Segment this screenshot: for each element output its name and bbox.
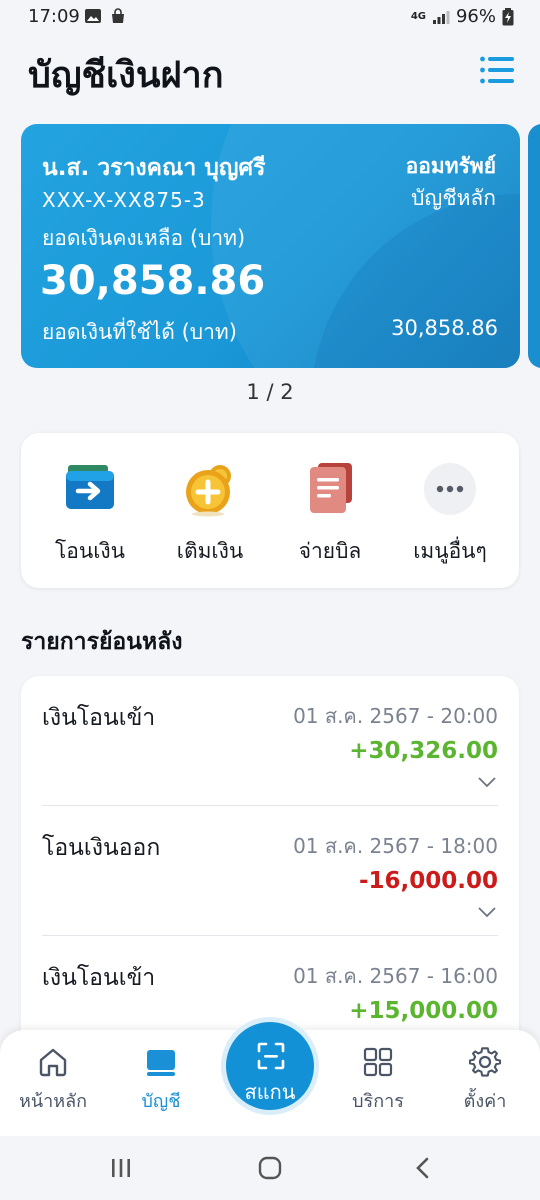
nav-settings[interactable]: ตั้งค่า [440, 1046, 530, 1115]
signal-icon [432, 10, 450, 24]
home-icon [39, 1048, 67, 1077]
pay-bill-button[interactable]: จ่ายบิล [275, 461, 385, 568]
nav-account-label: บัญชี [141, 1091, 181, 1112]
transaction-row[interactable]: โอนเงินออก 01 ส.ค. 2567 - 18:00 -16,000.… [42, 806, 498, 936]
transaction-amount: +15,000.00 [349, 998, 498, 1024]
transaction-amount: +30,326.00 [349, 738, 498, 764]
account-type: ออมทรัพย์ [405, 154, 496, 178]
transaction-list: เงินโอนเข้า 01 ส.ค. 2567 - 20:00 +30,326… [21, 676, 519, 1056]
transaction-datetime: 01 ส.ค. 2567 - 20:00 [293, 704, 498, 728]
status-time: 17:09 [28, 6, 80, 27]
account-holder-name: น.ส. วรางคณา บุญศรี [42, 155, 266, 181]
nav-services[interactable]: บริการ [333, 1046, 423, 1115]
transfer-button[interactable]: โอนเงิน [35, 461, 145, 568]
transfer-label: โอนเงิน [54, 539, 126, 563]
main-account-label: บัญชีหลัก [411, 186, 496, 210]
gallery-notification-icon [85, 9, 101, 23]
status-bar: 17:09 4G 96% [0, 0, 540, 36]
available-balance-label: ยอดเงินที่ใช้ได้ (บาท) [42, 320, 237, 344]
more-menu-button[interactable]: เมนูอื่นๆ [395, 461, 505, 568]
balance-label: ยอดเงินคงเหลือ (บาท) [42, 226, 246, 250]
card-pager: 1 / 2 [246, 380, 294, 404]
bill-icon [310, 463, 352, 513]
scan-label: สแกน [244, 1080, 296, 1104]
more-icon [424, 463, 476, 515]
next-account-card-peek[interactable] [528, 124, 540, 368]
transaction-datetime: 01 ส.ค. 2567 - 16:00 [293, 964, 498, 988]
battery-percent: 96% [455, 6, 496, 27]
balance-amount: 30,858.86 [40, 258, 266, 304]
shopping-bag-notification-icon [112, 8, 124, 23]
pay-bill-label: จ่ายบิล [298, 539, 362, 563]
battery-charging-icon [502, 7, 514, 25]
hamburger-menu-icon[interactable] [480, 56, 514, 84]
nav-account[interactable]: บัญชี [116, 1046, 206, 1115]
page-title: บัญชีเงินฝาก [28, 55, 224, 96]
topup-icon [186, 465, 231, 517]
transaction-title: เงินโอนเข้า [42, 705, 156, 731]
scan-button[interactable]: สแกน [221, 1017, 319, 1115]
nav-home[interactable]: หน้าหลัก [8, 1046, 98, 1115]
settings-gear-icon [468, 1047, 502, 1077]
nav-services-label: บริการ [352, 1091, 404, 1112]
topup-button[interactable]: เติมเงิน [155, 461, 265, 568]
transaction-row[interactable]: เงินโอนเข้า 01 ส.ค. 2567 - 20:00 +30,326… [42, 676, 498, 806]
back-icon[interactable] [410, 1156, 436, 1180]
more-menu-label: เมนูอื่นๆ [413, 539, 487, 563]
transaction-title: โอนเงินออก [42, 835, 161, 861]
quick-actions-panel: โอนเงิน เติมเงิน จ่ายบิล เมนูอื่นๆ [21, 433, 519, 588]
transfer-icon [66, 465, 114, 509]
account-number: XXX-X-XX875-3 [42, 188, 206, 212]
nav-home-label: หน้าหลัก [18, 1091, 88, 1112]
scan-icon [257, 1042, 285, 1070]
nav-settings-label: ตั้งค่า [463, 1091, 507, 1112]
chevron-down-icon[interactable] [478, 776, 496, 788]
available-balance-amount: 30,858.86 [391, 316, 498, 340]
transaction-datetime: 01 ส.ค. 2567 - 18:00 [293, 834, 498, 858]
system-navigation-bar [0, 1136, 540, 1200]
history-section-title: รายการย้อนหลัง [21, 629, 183, 655]
home-system-icon[interactable] [257, 1156, 283, 1180]
services-grid-icon [363, 1047, 393, 1077]
transaction-amount: -16,000.00 [358, 868, 498, 894]
transaction-title: เงินโอนเข้า [42, 965, 156, 991]
chevron-down-icon[interactable] [478, 906, 496, 918]
account-card[interactable]: น.ส. วรางคณา บุญศรี ออมทรัพย์ XXX-X-XX87… [21, 124, 520, 368]
account-icon [147, 1050, 175, 1076]
topup-label: เติมเงิน [176, 539, 244, 563]
recent-apps-icon[interactable] [108, 1156, 134, 1180]
network-type: 4G [410, 10, 426, 22]
